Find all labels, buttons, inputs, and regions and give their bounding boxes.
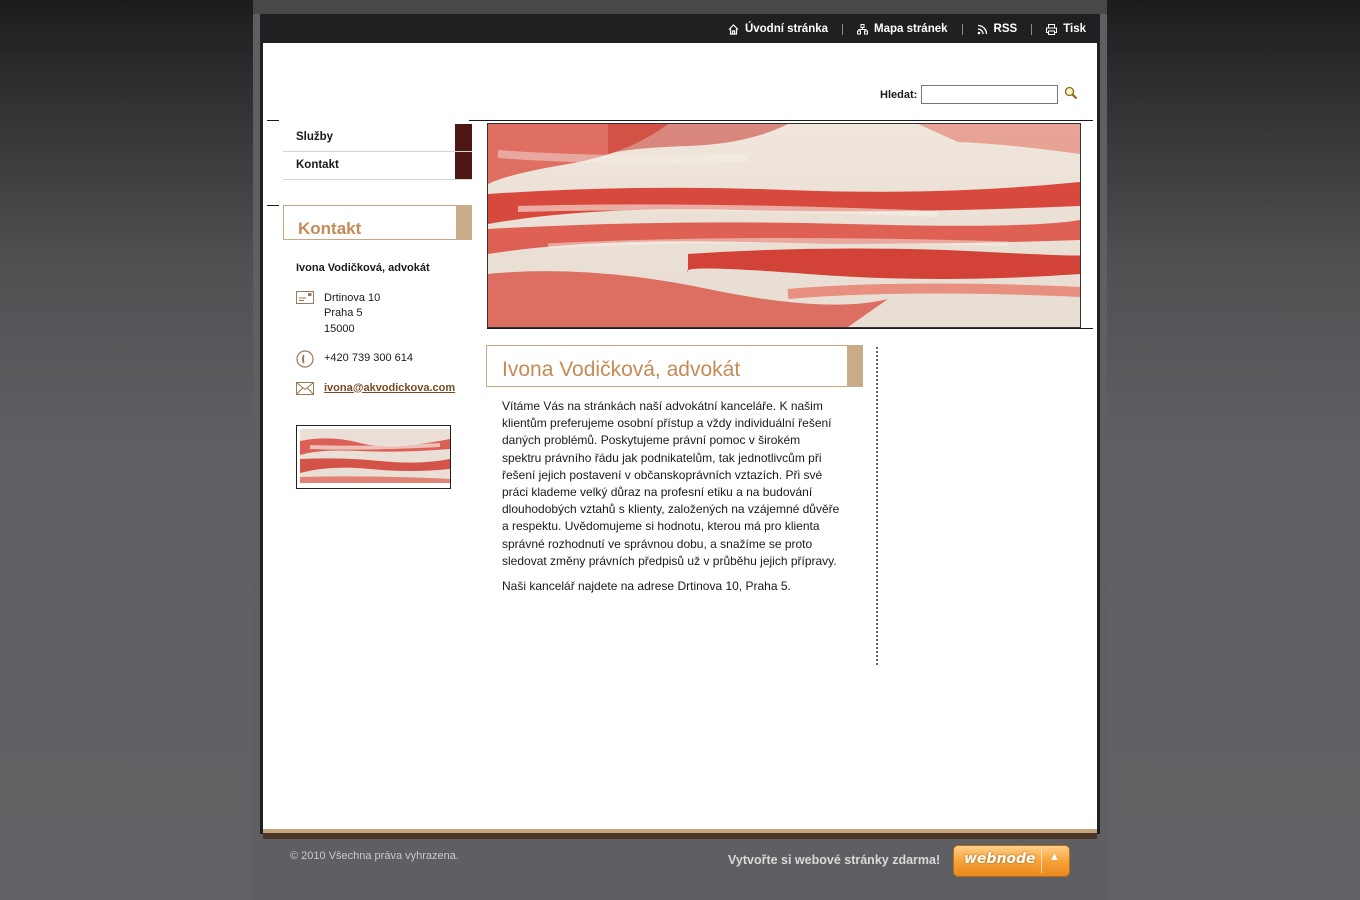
column-divider (876, 347, 878, 665)
topnav-rss-label: RSS (993, 23, 1018, 35)
topnav-separator (842, 23, 844, 35)
webnode-logo: webnode (964, 851, 1036, 867)
contact-box-title: Kontakt (298, 219, 362, 238)
nav-tab-marker (455, 124, 472, 151)
topnav-print-link[interactable]: Tisk (1046, 23, 1086, 35)
address-line: Praha 5 (324, 307, 363, 319)
webnode-button[interactable]: webnode ▲ (953, 845, 1070, 877)
webnode-button-divider (1041, 849, 1042, 873)
topnav-print-label: Tisk (1063, 23, 1086, 35)
address-card-icon (296, 290, 314, 304)
sidebar-item-label: Služby (296, 131, 334, 143)
search-label: Hledat: (880, 88, 918, 101)
top-navigation: Úvodní stránka Mapa stránek RSS Tisk (728, 21, 1086, 37)
sitemap-icon (857, 23, 869, 34)
top-strip (253, 0, 1107, 14)
email-link[interactable]: ivona@akvodickova.com (324, 382, 455, 394)
contact-box-accent (456, 205, 472, 240)
content-area: Hledat: Služby Kontakt Kontakt Ivona Vod… (263, 43, 1097, 829)
sidebar-item-kontakt[interactable]: Kontakt (283, 152, 472, 180)
contact-email: ivona@akvodickova.com (296, 381, 456, 397)
phone-number: +420 739 300 614 (324, 352, 414, 364)
search-icon (1065, 86, 1078, 100)
topnav-sitemap-link[interactable]: Mapa stránek (857, 23, 948, 35)
banner-rule-bottom (487, 328, 1093, 329)
sidebar-rule-left (267, 205, 279, 206)
article-body: Vítáme Vás na stránkách naší advokátní k… (502, 398, 842, 603)
article-title-accent (847, 345, 863, 387)
topnav-home-label: Úvodní stránka (744, 23, 829, 35)
phone-icon (296, 350, 314, 368)
arrow-up-icon: ▲ (1049, 851, 1060, 863)
search-button[interactable] (1064, 86, 1078, 103)
home-icon (728, 23, 739, 35)
address-line: Drtinova 10 (324, 291, 381, 304)
header-banner-image (487, 123, 1081, 328)
search-form: Hledat: (880, 85, 1078, 104)
contact-box-header: Kontakt (283, 205, 472, 240)
sidebar-thumbnail[interactable] (296, 425, 451, 489)
sidebar-item-label: Kontakt (296, 159, 339, 171)
site-frame: Úvodní stránka Mapa stránek RSS Tisk Hle… (260, 14, 1100, 839)
topnav-separator (1031, 23, 1033, 35)
contact-name: Ivona Vodičková, advokát (296, 262, 430, 274)
copyright-text: © 2010 Všechna práva vyhrazena. (290, 850, 459, 862)
article-paragraph: Vítáme Vás na stránkách naší advokátní k… (502, 399, 840, 568)
header-rule-left (267, 120, 279, 121)
nav-tab-marker (455, 152, 472, 179)
webnode-promo-text[interactable]: Vytvořte si webové stránky zdarma! (728, 853, 940, 867)
envelope-icon (296, 381, 314, 395)
print-icon (1046, 23, 1058, 35)
side-navigation: Služby Kontakt (283, 124, 472, 180)
address-line: 15000 (324, 322, 355, 335)
contact-details: Ivona Vodičková, advokát Drtinova 10 Pra… (296, 261, 456, 396)
article-paragraph: Naši kancelář najdete na adrese Drtinova… (502, 579, 791, 594)
topnav-home-link[interactable]: Úvodní stránka (728, 23, 828, 35)
banner-painting (488, 124, 1080, 327)
topnav-separator (961, 23, 963, 35)
sidebar-item-sluzby[interactable]: Služby (283, 124, 472, 152)
search-input[interactable] (921, 85, 1059, 104)
thumbnail-image (300, 429, 450, 483)
contact-phone: +420 739 300 614 (296, 350, 456, 368)
page-shell: Úvodní stránka Mapa stránek RSS Tisk Hle… (253, 0, 1107, 900)
rss-icon (977, 24, 987, 34)
contact-address: Drtinova 10 Praha 5 15000 (296, 290, 456, 338)
topnav-sitemap-label: Mapa stránek (874, 23, 948, 35)
header-rule-main (469, 120, 1093, 121)
article-header: Ivona Vodičková, advokát (486, 345, 863, 387)
topnav-rss-link[interactable]: RSS (977, 23, 1018, 35)
footer-dark-strip (263, 833, 1097, 839)
page-title: Ivona Vodičková, advokát (502, 358, 741, 381)
